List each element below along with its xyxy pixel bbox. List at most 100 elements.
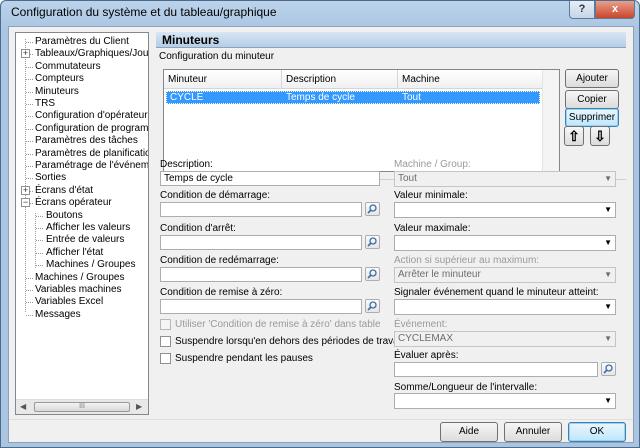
- tree-guide-line: [26, 104, 33, 105]
- suspend-outside-checkbox[interactable]: [160, 336, 171, 347]
- move-down-button[interactable]: ⇩: [590, 126, 610, 146]
- tree-guide-line: [26, 141, 33, 143]
- footer-divider: [9, 419, 633, 420]
- description-label: Description:: [160, 159, 213, 170]
- tree-expander-icon[interactable]: +: [21, 49, 30, 59]
- tree-expander-icon[interactable]: +: [21, 185, 30, 195]
- use-reset-checkbox[interactable]: [160, 319, 171, 330]
- grid-vertical-scrollbar[interactable]: [542, 70, 559, 171]
- timer-grid[interactable]: Minuteur Description Machine CYCLE Temps…: [163, 69, 560, 172]
- tree-item[interactable]: Écrans opérateur: [35, 197, 112, 209]
- action-over-max-select[interactable]: Arrêter le minuteur ▼: [394, 267, 616, 283]
- interval-sum-label: Somme/Longueur de l'intervalle:: [394, 382, 538, 393]
- tree-item[interactable]: Variables machines: [35, 284, 122, 296]
- tree-guide-line: [36, 252, 43, 254]
- dialog-window: Configuration du système et du tableau/g…: [0, 0, 640, 448]
- tree-guide-line: [26, 166, 33, 167]
- event-select[interactable]: CYCLEMAX ▼: [394, 331, 616, 347]
- chevron-down-icon: ▼: [604, 396, 612, 405]
- table-row[interactable]: CYCLE Temps de cycle Tout: [166, 91, 540, 104]
- tree-guide-line: [36, 265, 43, 267]
- tree-horizontal-scrollbar[interactable]: ◀ III ▶: [16, 399, 148, 414]
- restart-condition-label: Condition de redémarrage:: [160, 255, 279, 266]
- min-value-label: Valeur minimale:: [394, 190, 468, 201]
- tree-item[interactable]: Écrans d'état: [35, 185, 93, 197]
- tree-item[interactable]: Machines / Groupes: [46, 259, 136, 271]
- start-condition-label: Condition de démarrage:: [160, 190, 271, 201]
- window-title: Configuration du système et du tableau/g…: [11, 5, 277, 19]
- start-condition-lookup-button[interactable]: [365, 202, 380, 216]
- move-up-button[interactable]: ⇧: [564, 126, 584, 146]
- tree-item[interactable]: Tableaux/Graphiques/Journaux: [35, 48, 148, 60]
- machine-group-select[interactable]: Tout ▼: [394, 171, 616, 187]
- tree-item[interactable]: Commutateurs: [35, 61, 101, 73]
- scroll-thumb[interactable]: III: [34, 402, 130, 412]
- chevron-down-icon: ▼: [604, 302, 612, 311]
- column-header-machine[interactable]: Machine: [398, 70, 542, 89]
- cell-machine: Tout: [402, 92, 421, 103]
- min-value-select[interactable]: ▼: [394, 202, 616, 218]
- restart-condition-field[interactable]: [160, 267, 362, 282]
- suspend-breaks-checkbox[interactable]: [160, 353, 171, 364]
- interval-sum-select[interactable]: ▼: [394, 393, 616, 409]
- tree-item[interactable]: Configuration de programme: [35, 123, 148, 135]
- scroll-right-icon[interactable]: ▶: [136, 402, 142, 411]
- stop-condition-lookup-button[interactable]: [365, 235, 380, 249]
- signal-event-select[interactable]: ▼: [394, 299, 616, 315]
- tree-item[interactable]: TRS: [35, 98, 55, 110]
- start-condition-field[interactable]: [160, 202, 362, 217]
- tree-guide-line: [26, 290, 33, 291]
- ok-button[interactable]: OK: [568, 422, 626, 442]
- column-header-minuteur[interactable]: Minuteur: [164, 70, 282, 89]
- suspend-outside-label: Suspendre lorsqu'en dehors des périodes …: [175, 336, 404, 347]
- arrow-up-icon: ⇧: [568, 128, 580, 144]
- reset-condition-lookup-button[interactable]: [365, 299, 380, 313]
- description-field[interactable]: Temps de cycle: [160, 171, 380, 186]
- search-icon: [367, 204, 377, 214]
- chevron-down-icon: ▼: [604, 174, 612, 183]
- evaluate-after-field[interactable]: [394, 362, 598, 377]
- column-header-description[interactable]: Description: [282, 70, 398, 89]
- evaluate-after-lookup-button[interactable]: [601, 362, 616, 376]
- tree-item[interactable]: Afficher les valeurs: [46, 222, 130, 234]
- tree-item[interactable]: Messages: [35, 309, 81, 321]
- grid-header: Minuteur Description Machine: [164, 70, 542, 89]
- tree-expander-icon[interactable]: −: [21, 198, 30, 208]
- use-reset-label: Utiliser 'Condition de remise à zéro' da…: [175, 319, 381, 330]
- tree-item[interactable]: Variables Excel: [35, 296, 103, 308]
- stop-condition-label: Condition d'arrêt:: [160, 223, 236, 234]
- tree-item[interactable]: Sorties: [35, 172, 66, 184]
- tree-item[interactable]: Paramètres des tâches: [35, 135, 138, 147]
- tree-item[interactable]: Compteurs: [35, 73, 84, 85]
- tree-item[interactable]: Paramètres de planification: [35, 148, 148, 160]
- settings-tree[interactable]: ◀ III ▶ Paramètres du Client + Tableaux/Gr…: [15, 32, 149, 415]
- add-button[interactable]: Ajouter: [565, 69, 619, 88]
- restart-condition-lookup-button[interactable]: [365, 267, 380, 281]
- tree-item[interactable]: Minuteurs: [35, 86, 79, 98]
- tree-item[interactable]: Afficher l'état: [46, 247, 103, 259]
- stop-condition-field[interactable]: [160, 235, 362, 250]
- cancel-button[interactable]: Annuler: [504, 422, 562, 442]
- tree-item[interactable]: Paramétrage de l'événement: [35, 160, 148, 172]
- scroll-left-icon[interactable]: ◀: [20, 402, 26, 411]
- help-button[interactable]: Aide: [440, 422, 498, 442]
- action-over-max-label: Action si supérieur au maximum:: [394, 255, 540, 266]
- delete-button[interactable]: Supprimer: [565, 108, 619, 127]
- copy-button[interactable]: Copier: [565, 90, 619, 109]
- tree-item[interactable]: Boutons: [46, 210, 83, 222]
- help-title-button[interactable]: ?: [569, 1, 595, 19]
- tree-item[interactable]: Entrée de valeurs: [46, 234, 124, 246]
- tree-item[interactable]: Paramètres du Client: [35, 36, 129, 48]
- tree-item[interactable]: Configuration d'opérateur: [35, 110, 148, 122]
- chevron-down-icon: ▼: [604, 334, 612, 343]
- tree-guide-line: [26, 314, 33, 316]
- signal-event-label: Signaler événement quand le minuteur att…: [394, 287, 599, 298]
- max-value-label: Valeur maximale:: [394, 223, 471, 234]
- chevron-down-icon: ▼: [604, 270, 612, 279]
- chevron-down-icon: ▼: [604, 205, 612, 214]
- close-button[interactable]: x: [595, 1, 635, 19]
- reset-condition-field[interactable]: [160, 299, 362, 314]
- max-value-select[interactable]: ▼: [394, 235, 616, 251]
- tree-item[interactable]: Machines / Groupes: [35, 272, 125, 284]
- cell-minuteur: CYCLE: [170, 92, 204, 103]
